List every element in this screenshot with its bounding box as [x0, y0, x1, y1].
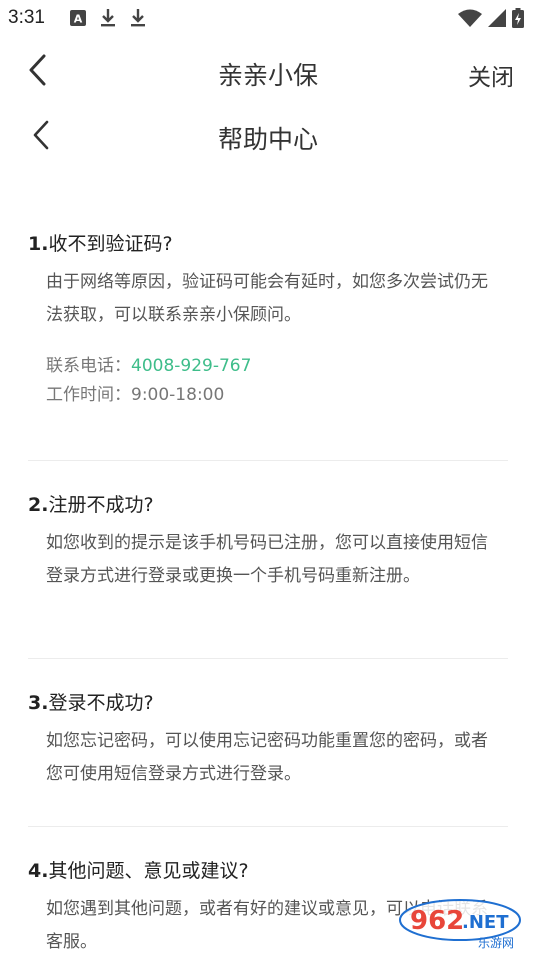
faq-question: 3. 登录不成功? — [28, 689, 508, 717]
app-title: 亲亲小保 — [217, 61, 318, 90]
faq-question-text: 注册不成功? — [48, 494, 154, 516]
page-header: 帮助中心 — [0, 110, 536, 162]
page-title: 帮助中心 — [217, 125, 318, 154]
status-bar: 3:31 A — [0, 0, 536, 36]
close-button[interactable]: 关闭 — [468, 58, 514, 92]
faq-number: 4. — [28, 860, 49, 882]
faq-answer: 由于网络等原因，验证码可能会有延时，如您多次尝试仍无法获取，可以联系亲亲小保顾问… — [46, 272, 488, 325]
faq-answer: 如您忘记密码，可以使用忘记密码功能重置您的密码，或者您可使用短信登录方式进行登录… — [46, 731, 488, 784]
faq-list: 1. 收不到验证码? 由于网络等原因，验证码可能会有延时，如您多次尝试仍无法获取… — [28, 220, 508, 954]
signal-icon — [488, 9, 506, 27]
phone-number-link[interactable]: 4008-929-767 — [131, 356, 251, 376]
wifi-icon — [458, 9, 482, 27]
faq-item: 2. 注册不成功? 如您收到的提示是该手机号码已注册，您可以直接使用短信登录方式… — [28, 461, 508, 659]
notification-icons: A — [70, 8, 146, 28]
faq-item: 1. 收不到验证码? 由于网络等原因，验证码可能会有延时，如您多次尝试仍无法获取… — [28, 220, 508, 461]
contact-hours-row: 工作时间：9:00-18:00 — [46, 381, 508, 410]
download-icon — [101, 9, 115, 27]
watermark-caption: 乐游网 — [478, 936, 514, 950]
contact-phone-row: 联系电话：4008-929-767 — [46, 352, 508, 381]
contact-info: 联系电话：4008-929-767 工作时间：9:00-18:00 — [28, 352, 508, 410]
battery-charging-icon — [512, 8, 524, 28]
faq-number: 2. — [28, 494, 49, 516]
hours-label: 工作时间： — [46, 385, 131, 405]
faq-number: 1. — [28, 233, 49, 255]
faq-question: 2. 注册不成功? — [28, 491, 508, 519]
faq-number: 3. — [28, 692, 49, 714]
faq-item: 3. 登录不成功? 如您忘记密码，可以使用忘记密码功能重置您的密码，或者您可使用… — [28, 659, 508, 827]
faq-question-text: 收不到验证码? — [48, 233, 173, 255]
phone-label: 联系电话： — [46, 356, 131, 376]
status-time: 3:31 — [8, 7, 45, 28]
faq-answer: 如您收到的提示是该手机号码已注册，您可以直接使用短信登录方式进行登录或更换一个手… — [46, 533, 488, 586]
faq-question-text: 其他问题、意见或建议? — [48, 860, 249, 882]
faq-question-text: 登录不成功? — [48, 692, 154, 714]
download-icon — [131, 9, 145, 27]
watermark-suffix: .NET — [462, 912, 509, 933]
system-icons — [458, 8, 524, 28]
hours-value: 9:00-18:00 — [131, 385, 225, 405]
watermark-logo: 962 .NET 乐游网 — [399, 899, 521, 950]
app-bar: 亲亲小保 关闭 — [0, 44, 536, 100]
svg-text:A: A — [74, 13, 83, 26]
a-notification-icon: A — [70, 10, 86, 26]
faq-question: 1. 收不到验证码? — [28, 230, 508, 258]
watermark-brand: 962 — [410, 906, 464, 936]
faq-question: 4. 其他问题、意见或建议? — [28, 857, 508, 885]
